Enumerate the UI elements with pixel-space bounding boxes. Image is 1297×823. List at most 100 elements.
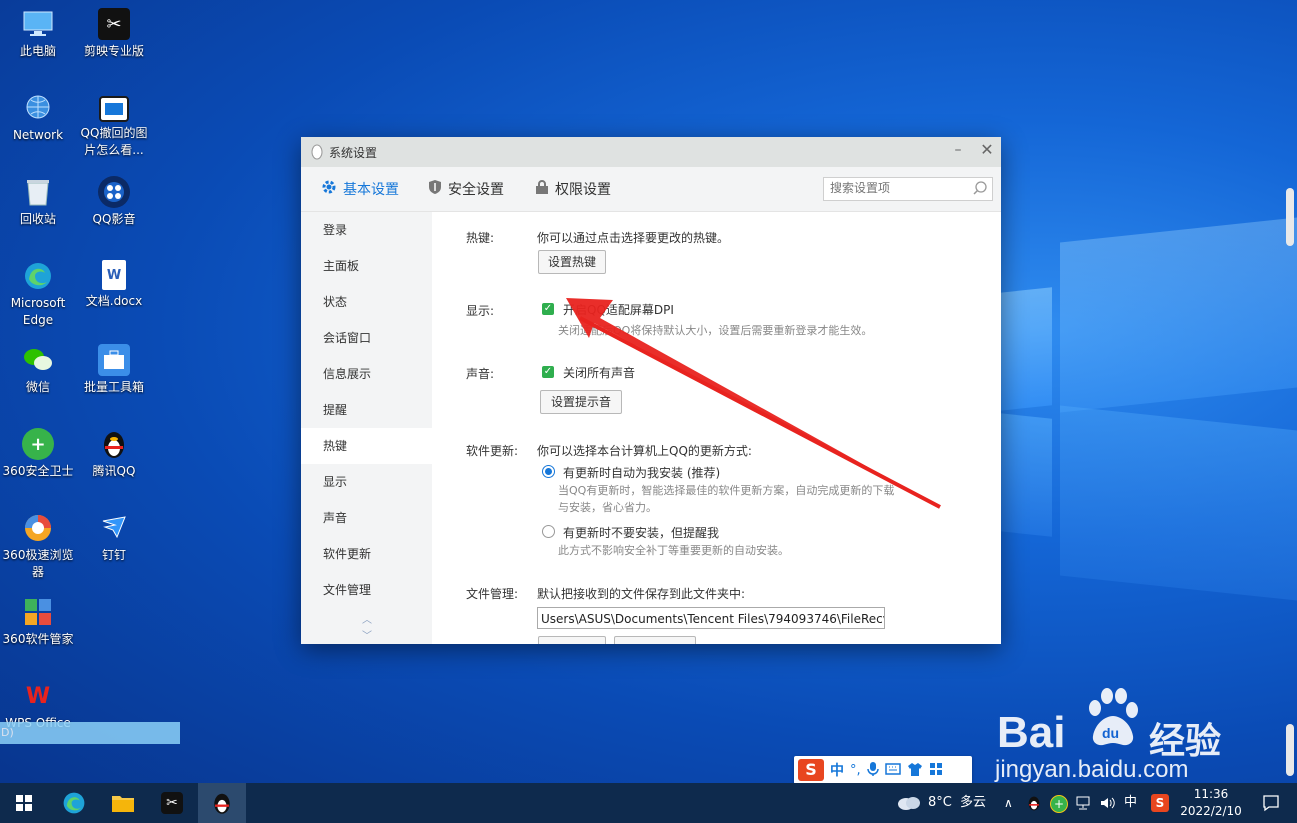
desktop-icon-qq-recall-doc[interactable]: QQ撤回的图片怎么看... [76,92,152,159]
settings-content: 热键: 你可以通过点击选择要更改的热键。 设置热键 显示: ✓ 开启QQ适配屏幕… [432,212,1001,644]
toolbox-grid-icon[interactable] [929,762,943,779]
close-button[interactable]: ✕ [979,142,995,158]
sidebar-item-hotkey[interactable]: 热键 [301,428,432,464]
notification-center-icon[interactable] [1262,794,1280,815]
dpi-checkbox[interactable]: ✓ [542,303,554,315]
desktop-icon-360-browser[interactable]: 360极速浏览器 [0,512,76,581]
ime-punctuation[interactable]: °, [850,763,861,778]
settings-sidebar: 登录 主面板 状态 会话窗口 信息展示 提醒 热键 显示 声音 软件更新 文件管… [301,212,432,644]
mute-all-label[interactable]: 关闭所有声音 [563,364,635,381]
tab-permission-settings[interactable]: 权限设置 [535,179,611,199]
display-label: 显示: [466,304,495,318]
weather-description[interactable]: 多云 [960,783,986,823]
ime-toolbar[interactable]: S 中 °, [794,756,972,784]
sidebar-item-login[interactable]: 登录 [301,212,432,248]
clock-time: 11:36 [1193,787,1229,801]
desktop-icon-capcut[interactable]: ✂ 剪映专业版 [76,8,152,60]
sidebar-item-chat-window[interactable]: 会话窗口 [301,320,432,356]
desktop-icon-tencent-qq[interactable]: 腾讯QQ [76,428,152,480]
desktop-icon-label: 剪映专业版 [83,44,144,58]
desktop-icon-wechat[interactable]: 微信 [0,344,76,396]
dpi-checkbox-label[interactable]: 开启QQ适配屏幕DPI [563,301,674,318]
desktop-icon-docx[interactable]: W 文档.docx [76,260,152,310]
sidebar-scroll-down-icon[interactable]: ﹀ [360,627,374,642]
sidebar-item-file-management[interactable]: 文件管理 [301,572,432,608]
weather-cloud-icon[interactable] [897,793,921,814]
auto-install-label[interactable]: 有更新时自动为我安装 (推荐) [563,464,720,481]
desktop-icon-label: 360安全卫士 [2,464,74,478]
tab-label: 权限设置 [555,182,611,198]
sidebar-item-reminder[interactable]: 提醒 [301,392,432,428]
microphone-icon[interactable] [866,761,879,780]
watermark-brand: Bai [997,708,1066,757]
taskbar-edge-button[interactable] [50,783,98,823]
notify-only-radio[interactable] [542,525,555,538]
sidebar-scroll-up-icon[interactable]: ︿ [360,611,374,626]
wallpaper-light-top [1060,217,1297,413]
network-icon[interactable] [1075,795,1091,814]
capcut-icon: ✂ [98,8,130,40]
monitor-icon [22,8,54,40]
desktop-icon-360-security[interactable]: + 360安全卫士 [0,428,76,480]
tray-ime-language[interactable]: 中 [1124,783,1137,823]
skin-shirt-icon[interactable] [907,762,923,779]
sidebar-item-info-display[interactable]: 信息展示 [301,356,432,392]
minimize-button[interactable]: – [950,143,966,159]
360-security-icon: + [22,428,54,460]
taskbar-capcut-button[interactable]: ✂ [148,783,196,823]
desktop-icon-label: 360软件管家 [2,632,74,646]
sidebar-item-display[interactable]: 显示 [301,464,432,500]
auto-install-radio[interactable] [542,465,555,478]
desktop-icon-360-software-manager[interactable]: 360软件管家 [0,596,76,648]
desktop-icon-label: 此电脑 [19,44,56,58]
file-option-button-2[interactable] [614,636,696,644]
ime-language[interactable]: 中 [830,760,844,780]
sidebar-item-software-update[interactable]: 软件更新 [301,536,432,572]
notify-only-label[interactable]: 有更新时不要安装，但提醒我 [563,524,719,541]
360-software-manager-icon [22,596,54,628]
tray-360-icon[interactable]: + [1050,795,1068,813]
search-icon[interactable] [972,180,988,196]
taskbar-qq-button[interactable] [198,783,246,823]
tray-qq-icon[interactable] [1027,795,1041,814]
tab-label: 安全设置 [448,182,504,198]
window-titlebar[interactable]: 系统设置 – ✕ [301,137,1001,167]
capcut-icon: ✂ [161,792,183,814]
desktop-icon-label: Microsoft Edge [10,296,66,327]
desktop-icon-network[interactable]: Network [0,92,76,144]
taskbar-clock[interactable]: 11:36 2022/2/10 [1176,786,1246,820]
desktop-icon-dingtalk[interactable]: 钉钉 [76,512,152,564]
start-button[interactable] [0,783,48,823]
sogou-logo-icon[interactable]: S [798,759,824,781]
weather-temperature[interactable]: 8°C [928,783,952,823]
keyboard-icon[interactable] [884,762,901,778]
tab-security-settings[interactable]: 安全设置 [428,179,504,199]
file-option-button-1[interactable] [538,636,606,644]
mute-all-checkbox[interactable]: ✓ [542,366,554,378]
tray-sogou-icon[interactable]: S [1151,794,1169,812]
desktop-icon-batch-toolbox[interactable]: 批量工具箱 [76,344,152,396]
sidebar-item-main-panel[interactable]: 主面板 [301,248,432,284]
tab-basic-settings[interactable]: 基本设置 [321,179,399,199]
desktop-icon-recycle-bin[interactable]: 回收站 [0,176,76,228]
sidebar-item-sound[interactable]: 声音 [301,500,432,536]
wallpaper-light-left-bottom [1000,413,1052,537]
gear-icon [321,179,337,199]
screen-scroll-indicator [1286,188,1294,246]
dingtalk-icon [98,512,130,544]
volume-icon[interactable] [1099,795,1115,814]
settings-search-box[interactable] [823,177,993,201]
word-document-icon: W [102,260,126,290]
desktop-icon-this-pc[interactable]: 此电脑 [0,8,76,60]
file-save-path-input[interactable]: Users\ASUS\Documents\Tencent Files\79409… [537,607,885,629]
taskbar-file-explorer-button[interactable] [99,783,147,823]
search-input[interactable] [824,178,976,198]
shield-icon [428,179,442,199]
desktop-icon-edge[interactable]: Microsoft Edge [0,260,76,329]
desktop-icon-qq-player[interactable]: QQ影音 [76,176,152,228]
set-hotkey-button[interactable]: 设置热键 [538,250,606,274]
sidebar-item-status[interactable]: 状态 [301,284,432,320]
tray-expand-icon[interactable]: ∧ [1004,783,1013,823]
set-notification-sound-button[interactable]: 设置提示音 [540,390,622,414]
folder-icon [112,796,134,812]
